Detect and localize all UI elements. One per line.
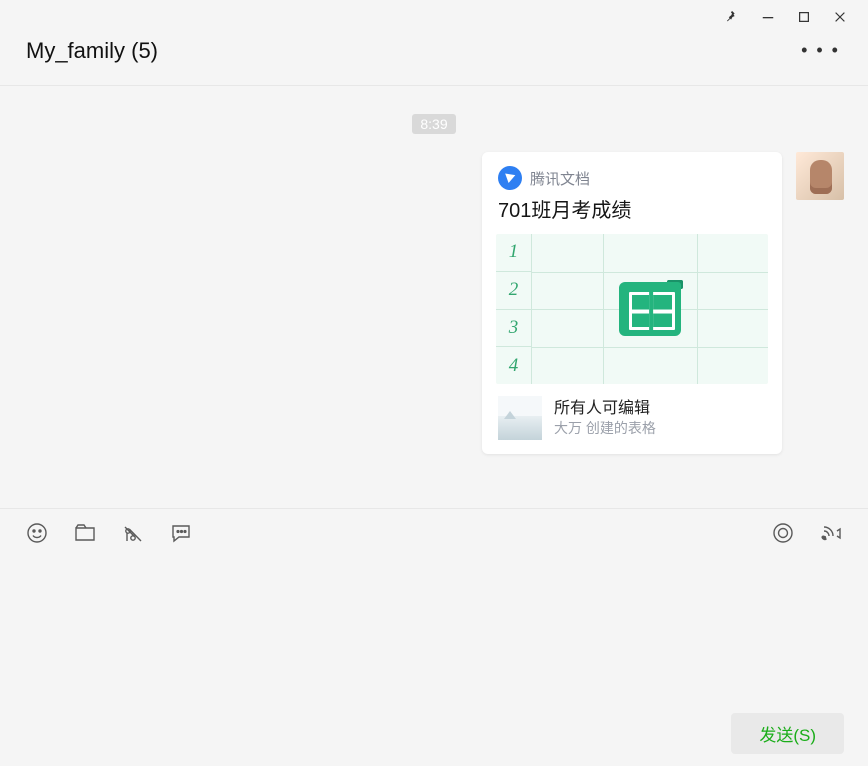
voice-call-button[interactable] bbox=[770, 520, 796, 546]
chat-history-button[interactable] bbox=[168, 520, 194, 546]
doc-preview: 1 2 3 4 bbox=[496, 234, 768, 384]
card-footer: 所有人可编辑 大万 创建的表格 bbox=[482, 384, 782, 454]
input-area bbox=[0, 556, 868, 712]
video-call-button[interactable] bbox=[818, 520, 844, 546]
message-input[interactable] bbox=[24, 566, 844, 702]
screenshot-button[interactable] bbox=[120, 520, 146, 546]
preview-row-number: 3 bbox=[496, 310, 531, 348]
chat-title: My_family (5) bbox=[26, 38, 158, 64]
send-button[interactable]: 发送(S) bbox=[731, 713, 844, 754]
card-title: 701班月考成绩 bbox=[482, 196, 782, 234]
input-toolbar bbox=[0, 508, 868, 556]
doc-thumbnail-icon bbox=[498, 396, 542, 440]
chat-header: My_family (5) • • • bbox=[0, 30, 868, 86]
timestamp-badge: 8:39 bbox=[412, 114, 455, 134]
sender-avatar[interactable] bbox=[796, 152, 844, 200]
doc-share-card[interactable]: 腾讯文档 701班月考成绩 1 2 3 4 bbox=[482, 152, 782, 454]
emoji-button[interactable] bbox=[24, 520, 50, 546]
card-permission-label: 所有人可编辑 bbox=[554, 398, 656, 420]
more-menu-button[interactable]: • • • bbox=[801, 40, 842, 61]
preview-row-number: 2 bbox=[496, 272, 531, 310]
message-row: 腾讯文档 701班月考成绩 1 2 3 4 bbox=[24, 152, 844, 454]
maximize-button[interactable] bbox=[786, 6, 822, 28]
spreadsheet-icon bbox=[619, 282, 681, 336]
card-app-name: 腾讯文档 bbox=[530, 168, 590, 189]
preview-row-headers: 1 2 3 4 bbox=[496, 234, 532, 384]
card-creator-label: 大万 创建的表格 bbox=[554, 419, 656, 438]
card-header: 腾讯文档 bbox=[482, 152, 782, 196]
minimize-button[interactable] bbox=[750, 6, 786, 28]
preview-row-number: 4 bbox=[496, 347, 531, 384]
send-row: 发送(S) bbox=[0, 712, 868, 766]
pin-button[interactable] bbox=[714, 6, 750, 28]
messages-area: 8:39 腾讯文档 701班月考成绩 1 2 3 4 bbox=[0, 86, 868, 508]
tencent-docs-icon bbox=[498, 166, 522, 190]
close-button[interactable] bbox=[822, 6, 858, 28]
file-button[interactable] bbox=[72, 520, 98, 546]
window-titlebar bbox=[0, 0, 868, 30]
preview-grid bbox=[532, 234, 768, 384]
preview-row-number: 1 bbox=[496, 234, 531, 272]
